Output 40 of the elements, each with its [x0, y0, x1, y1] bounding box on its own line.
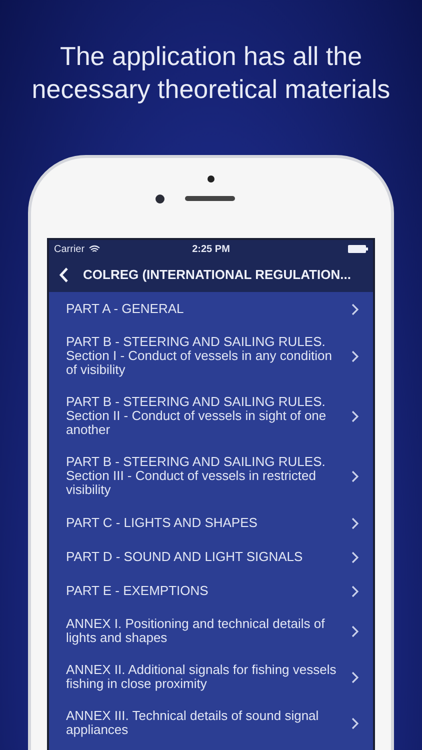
item-label: PART B - STEERING AND SAILING RULES. Section II - Conduct of vessels in sight of one another [66, 395, 328, 437]
item-label: ANNEX I. Positioning and technical details of lights and shapes [66, 617, 326, 645]
item-label: PART C - LIGHTS AND SHAPES [66, 516, 258, 530]
chevron-icon [351, 624, 359, 638]
chevron-icon [351, 516, 359, 530]
item-label: PART B - STEERING AND SAILING RULES. Section III - Conduct of vessels in restricted visibility [66, 455, 326, 497]
list-item[interactable]: PART B - STEERING AND SAILING RULES. Section III - Conduct of vessels in restricted visibility [49, 446, 373, 506]
item-label: PART B - STEERING AND SAILING RULES. Section I - Conduct of vessels in any condition of visibility [66, 335, 333, 377]
chevron-icon [351, 670, 359, 684]
nav-title: COLREG (INTERNATIONAL REGULATION... [83, 266, 351, 284]
list-item[interactable]: PART B - STEERING AND SAILING RULES. Section I - Conduct of vessels in any condition of visibility [49, 326, 373, 386]
front-camera-icon [155, 194, 165, 204]
chevron-icon [351, 302, 359, 316]
headline: The application has all the necessary theoretical materials [30, 40, 392, 106]
carrier-label: Carrier [54, 242, 85, 256]
item-label: PART D - SOUND AND LIGHT SIGNALS [66, 550, 304, 564]
chevron-icon [351, 350, 359, 362]
wifi-icon [88, 245, 100, 253]
list-item[interactable]: ANNEX III. Technical details of sound signal appliances [49, 700, 373, 746]
item-label: PART E - EXEMPTIONS [66, 584, 210, 598]
list-item[interactable]: PART C - LIGHTS AND SHAPES [49, 506, 373, 540]
item-label: PART A - GENERAL [66, 302, 185, 316]
list-item[interactable]: ANNEX II. Additional signals for fishing vessels fishing in close proximity [49, 654, 373, 700]
camera-icon [207, 175, 215, 183]
list-item[interactable]: PART A - GENERAL [49, 292, 373, 326]
list-item[interactable]: PART D - SOUND AND LIGHT SIGNALS [49, 540, 373, 574]
speaker-icon [185, 196, 235, 201]
battery-icon [348, 245, 368, 253]
list-item[interactable]: ANNEX I. Positioning and technical details of lights and shapes [49, 608, 373, 654]
back-icon[interactable] [59, 267, 69, 283]
chevron-icon [351, 470, 359, 482]
item-label: ANNEX III. Technical details of sound signal appliances [66, 709, 320, 737]
status-time: 2:25 PM [192, 242, 230, 256]
chevron-icon [351, 550, 359, 564]
list-item[interactable]: PART B - STEERING AND SAILING RULES. Section II - Conduct of vessels in sight of one another [49, 386, 373, 446]
chevron-icon [351, 716, 359, 730]
chevron-icon [351, 584, 359, 598]
list-item[interactable]: PART E - EXEMPTIONS [49, 574, 373, 608]
chevron-icon [351, 410, 359, 422]
item-label: ANNEX II. Additional signals for fishing vessels fishing in close proximity [66, 663, 338, 691]
